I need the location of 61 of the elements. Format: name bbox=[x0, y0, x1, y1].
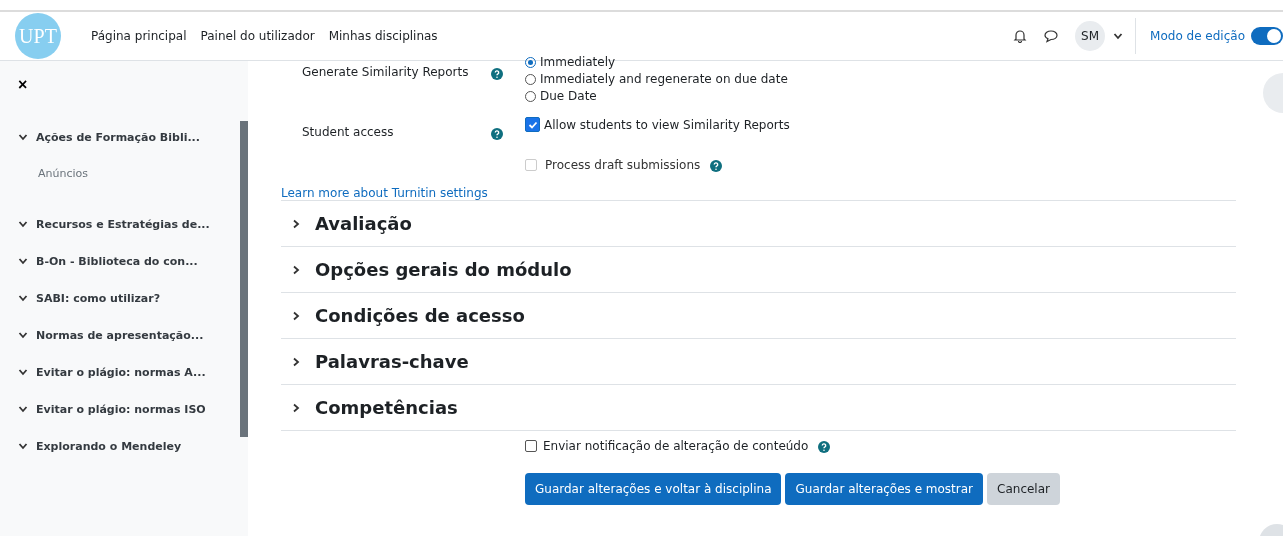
chevron-icon bbox=[291, 264, 301, 275]
section-title[interactable]: Competências bbox=[315, 397, 458, 418]
option-label: Immediately and regenerate on due date bbox=[540, 72, 788, 86]
checkmark-icon bbox=[527, 119, 538, 130]
section-title[interactable]: Palavras-chave bbox=[315, 351, 469, 372]
chevron-icon bbox=[18, 293, 28, 303]
user-avatar[interactable]: SM bbox=[1075, 21, 1106, 51]
field-label: Generate Similarity Reports bbox=[301, 64, 470, 81]
sidebar-item[interactable]: B-On - Biblioteca do con... bbox=[18, 249, 198, 273]
chevron-icon bbox=[291, 402, 301, 413]
section-title[interactable]: Avaliação bbox=[315, 213, 412, 234]
checkbox[interactable] bbox=[525, 117, 540, 132]
collapsible-section[interactable]: Condições de acesso bbox=[281, 292, 1236, 338]
field-label: Student access bbox=[301, 124, 395, 141]
sidebar-item[interactable]: Ações de Formação Bibli... bbox=[18, 125, 200, 149]
chevron-icon bbox=[291, 356, 301, 367]
collapsible-section[interactable]: Competências bbox=[281, 384, 1236, 430]
option-label: Process draft submissions bbox=[545, 157, 701, 172]
scrollbar[interactable] bbox=[240, 121, 248, 437]
chevron-icon bbox=[1113, 31, 1124, 41]
help-icon[interactable] bbox=[491, 68, 503, 80]
collapsible-section[interactable]: Opções gerais do módulo bbox=[281, 246, 1236, 292]
help-icon[interactable] bbox=[818, 441, 831, 453]
edit-mode-label: Modo de edição bbox=[1150, 29, 1245, 43]
sidebar-item[interactable]: Explorando o Mendeley bbox=[18, 434, 182, 458]
sidebar-item[interactable]: Evitar o plágio: normas A... bbox=[18, 360, 206, 384]
close-button[interactable]: × bbox=[18, 76, 28, 94]
turnitin-settings-link[interactable]: Learn more about Turnitin settings bbox=[281, 186, 1236, 200]
option-label: Due Date bbox=[540, 89, 597, 103]
collapsible-section[interactable]: Palavras-chave bbox=[281, 338, 1236, 384]
save-button[interactable]: Guardar alterações e mostrar bbox=[785, 473, 984, 505]
option-label: Enviar notificação de alteração de conteúdo bbox=[543, 438, 809, 453]
sidebar-item[interactable]: Recursos e Estratégias de... bbox=[18, 212, 210, 236]
chevron-icon bbox=[18, 404, 28, 414]
chevron-icon bbox=[18, 441, 28, 451]
edit-mode-switch[interactable] bbox=[1251, 27, 1283, 45]
sidebar-item[interactable]: SABI: como utilizar? bbox=[18, 286, 161, 310]
sidebar-item[interactable]: Normas de apresentação... bbox=[18, 323, 204, 347]
nav-link[interactable]: Minhas disciplinas bbox=[328, 29, 438, 43]
collapsible-section[interactable]: Avaliação bbox=[281, 200, 1236, 246]
chevron-icon bbox=[18, 256, 28, 266]
help-icon[interactable] bbox=[491, 128, 503, 140]
chevron-icon bbox=[18, 132, 28, 142]
chevron-icon bbox=[291, 310, 301, 321]
sidebar-item[interactable]: Evitar o plágio: normas ISO bbox=[18, 397, 206, 421]
chat-icon[interactable] bbox=[1043, 29, 1060, 43]
bell-icon[interactable] bbox=[1013, 29, 1028, 43]
sidebar-subitem[interactable]: Anúncios bbox=[38, 162, 88, 186]
chevron-icon bbox=[18, 330, 28, 340]
chevron-icon bbox=[291, 218, 301, 229]
section-title[interactable]: Condições de acesso bbox=[315, 305, 525, 326]
nav-link[interactable]: Página principal bbox=[91, 29, 187, 43]
chevron-icon bbox=[18, 367, 28, 377]
save-button[interactable]: Guardar alterações e voltar à disciplina bbox=[525, 473, 782, 505]
checkbox[interactable] bbox=[525, 439, 537, 452]
cancel-button[interactable]: Cancelar bbox=[987, 473, 1060, 505]
option-label: Allow students to view Similarity Reports bbox=[544, 117, 790, 132]
section-title[interactable]: Opções gerais do módulo bbox=[315, 259, 572, 280]
nav-link[interactable]: Painel do utilizador bbox=[200, 29, 315, 43]
option-label: Immediately bbox=[540, 55, 616, 69]
chevron-icon bbox=[18, 219, 28, 229]
